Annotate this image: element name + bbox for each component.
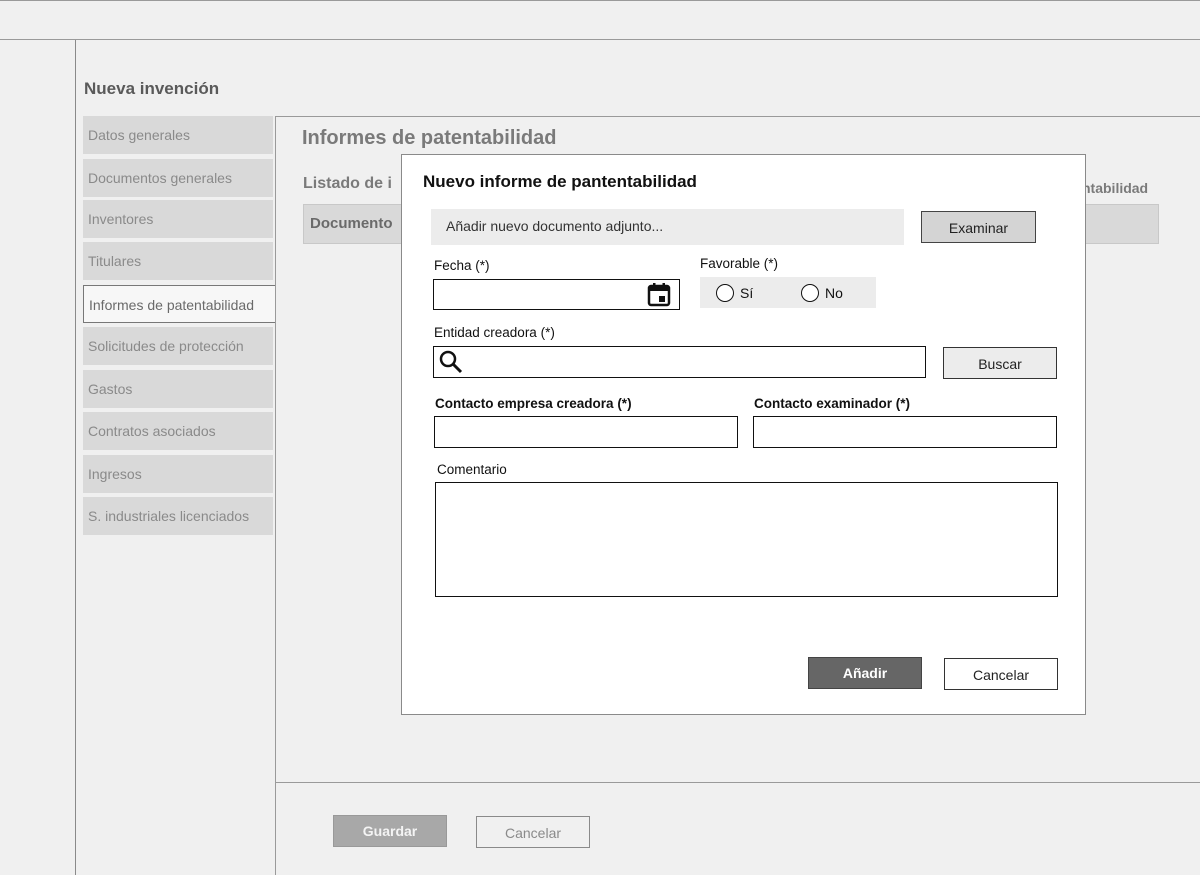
top-bar <box>0 0 1200 40</box>
footer-divider <box>276 782 1200 783</box>
comment-textarea[interactable] <box>435 482 1058 597</box>
favorable-label: Favorable (*) <box>700 256 779 271</box>
browse-button[interactable]: Examinar <box>921 211 1036 243</box>
sidebar-item-inventores[interactable]: Inventores <box>83 200 273 238</box>
footer-cancel-button[interactable]: Cancelar <box>476 816 590 848</box>
attachment-field[interactable]: Añadir nuevo documento adjunto... <box>431 209 904 245</box>
radio-no[interactable] <box>801 284 819 302</box>
calendar-icon[interactable] <box>647 282 671 313</box>
sidebar-item-gastos[interactable]: Gastos <box>83 370 273 408</box>
page-title: Nueva invención <box>84 79 220 98</box>
sidebar-item-s-industriales-licenciados[interactable]: S. industriales licenciados <box>83 497 273 535</box>
favorable-radio-group: Sí No <box>700 277 876 308</box>
contact-examiner-label: Contacto examinador (*) <box>754 396 911 411</box>
search-button[interactable]: Buscar <box>943 347 1057 379</box>
sidebar-item-ingresos[interactable]: Ingresos <box>83 455 273 493</box>
entity-label: Entidad creadora (*) <box>434 325 555 340</box>
sidebar-item-solicitudes-proteccion[interactable]: Solicitudes de protección <box>83 327 273 365</box>
radio-si[interactable] <box>716 284 734 302</box>
contact-company-input[interactable] <box>434 416 738 448</box>
contact-company-label: Contacto empresa creadora (*) <box>435 396 632 411</box>
dialog-cancel-button[interactable]: Cancelar <box>944 658 1058 690</box>
footer-left-divider <box>275 783 276 875</box>
left-divider <box>75 40 76 875</box>
section-title: Informes de patentabilidad <box>302 127 557 149</box>
comment-label: Comentario <box>437 462 507 477</box>
sidebar-item-documentos-generales[interactable]: Documentos generales <box>83 159 273 197</box>
add-button[interactable]: Añadir <box>808 657 922 689</box>
sidebar-item-datos-generales[interactable]: Datos generales <box>83 116 273 154</box>
sidebar-item-contratos-asociados[interactable]: Contratos asociados <box>83 412 273 450</box>
radio-si-label: Sí <box>740 285 754 301</box>
save-button[interactable]: Guardar <box>333 815 447 847</box>
date-label: Fecha (*) <box>434 258 490 273</box>
contact-examiner-input[interactable] <box>753 416 1057 448</box>
sidebar-item-informes-patentabilidad[interactable]: Informes de patentabilidad <box>83 285 276 323</box>
entity-search-input[interactable] <box>433 346 926 378</box>
sidebar-item-titulares[interactable]: Titulares <box>83 242 273 280</box>
search-icon <box>438 349 464 380</box>
table-header-documento: Documento <box>310 215 393 232</box>
attachment-placeholder: Añadir nuevo documento adjunto... <box>446 218 664 234</box>
dialog-title: Nuevo informe de pantentabilidad <box>423 172 697 191</box>
list-title: Listado de i <box>303 175 392 192</box>
date-input[interactable] <box>433 279 680 310</box>
radio-no-label: No <box>825 285 843 301</box>
list-title-right: ntabilidad <box>1082 180 1149 196</box>
